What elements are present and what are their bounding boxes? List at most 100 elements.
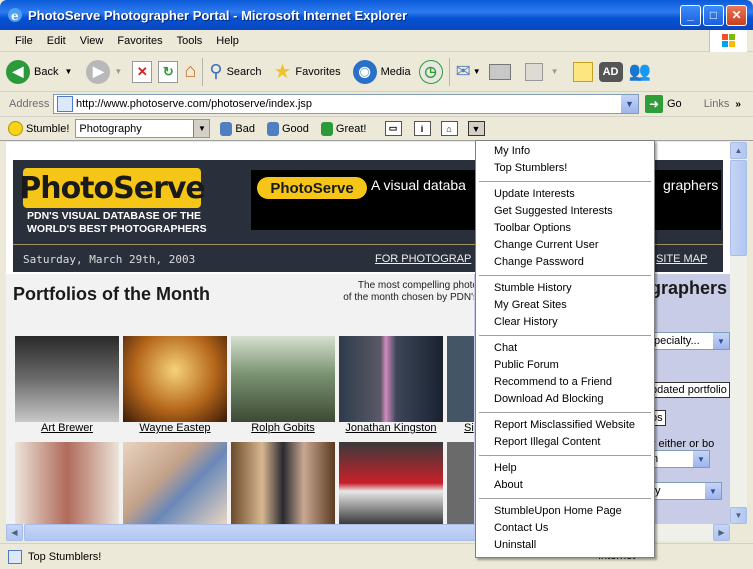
menu-item-report-misclassified[interactable]: Report Misclassified Website xyxy=(476,417,654,434)
mail-button[interactable]: ✉ ▼ xyxy=(456,61,481,82)
menu-item-chat[interactable]: Chat xyxy=(476,340,654,357)
forward-dropdown-icon[interactable]: ▼ xyxy=(114,67,122,76)
portfolio-photo[interactable] xyxy=(339,442,443,524)
menu-item-report-illegal[interactable]: Report Illegal Content xyxy=(476,434,654,451)
ad-block-button[interactable]: AD xyxy=(598,61,623,82)
note-button[interactable] xyxy=(572,61,593,82)
send-to-friend-button[interactable]: ▭ xyxy=(384,121,402,136)
for-photographers-link[interactable]: FOR PHOTOGRAP xyxy=(375,253,471,265)
menu-item-clear-history[interactable]: Clear History xyxy=(476,314,654,331)
photoserve-logo[interactable]: PhotoServe xyxy=(19,168,206,208)
address-label: Address xyxy=(9,98,50,110)
chevron-right-icon[interactable]: » xyxy=(735,99,741,110)
back-button[interactable]: ◀ Back ▼ xyxy=(6,59,72,84)
portfolio-photo[interactable] xyxy=(447,336,474,422)
menu-item-change-password[interactable]: Change Password xyxy=(476,254,654,271)
stop-button[interactable]: ✕ xyxy=(132,60,153,83)
scroll-left-arrow-icon[interactable]: ◀ xyxy=(6,524,23,541)
menu-item-public-forum[interactable]: Public Forum xyxy=(476,357,654,374)
bad-button[interactable]: Bad xyxy=(220,121,255,136)
location-select[interactable]: n ▼ xyxy=(648,450,710,468)
portfolio-photo[interactable] xyxy=(123,336,227,422)
menu-item-help[interactable]: Help xyxy=(476,460,654,477)
menu-file[interactable]: File xyxy=(8,35,40,47)
photographer-link[interactable]: Art Brewer xyxy=(15,422,119,434)
menu-item-ad-blocking[interactable]: Download Ad Blocking xyxy=(476,391,654,408)
menu-help[interactable]: Help xyxy=(209,35,246,47)
scroll-up-arrow-icon[interactable]: ▲ xyxy=(730,142,747,159)
menu-item-my-info[interactable]: My Info xyxy=(476,143,654,160)
favorites-button[interactable]: ★ Favorites xyxy=(273,59,340,84)
back-dropdown-icon[interactable]: ▼ xyxy=(64,67,72,76)
toolbar-separator xyxy=(448,57,450,86)
photographer-link[interactable]: Si xyxy=(447,422,474,434)
photographer-link[interactable]: Jonathan Kingston xyxy=(339,422,443,434)
menu-item-update-interests[interactable]: Update Interests xyxy=(476,186,654,203)
vertical-scrollbar[interactable]: ▲ ▼ xyxy=(730,142,747,524)
toolbar-separator xyxy=(202,57,204,86)
menu-item-top-stumblers[interactable]: Top Stumblers! xyxy=(476,160,654,177)
menu-item-stumble-history[interactable]: Stumble History xyxy=(476,280,654,297)
links-button[interactable]: Links xyxy=(704,98,730,110)
mail-dropdown-icon[interactable]: ▼ xyxy=(473,67,481,76)
menu-item-change-user[interactable]: Change Current User xyxy=(476,237,654,254)
info-button[interactable]: i xyxy=(413,121,431,136)
good-button[interactable]: Good xyxy=(267,121,309,136)
print-button[interactable] xyxy=(488,63,511,80)
edit-button[interactable]: ▼ xyxy=(524,62,559,81)
menu-item-recommend[interactable]: Recommend to a Friend xyxy=(476,374,654,391)
menu-item-home-page[interactable]: StumbleUpon Home Page xyxy=(476,503,654,520)
menu-dropdown-button[interactable]: ▼ xyxy=(467,121,485,136)
menu-view[interactable]: View xyxy=(73,35,111,47)
printer-icon xyxy=(488,63,511,80)
menu-item-contact-us[interactable]: Contact Us xyxy=(476,520,654,537)
standard-toolbar: ◀ Back ▼ ▶ ▼ ✕ ↻ ⌂ ⚲ Search ★ Favorites … xyxy=(0,52,753,92)
home-button[interactable]: ⌂ xyxy=(184,60,196,83)
menu-item-my-great-sites[interactable]: My Great Sites xyxy=(476,297,654,314)
category-select[interactable]: Photography ▼ xyxy=(75,119,211,138)
address-input[interactable]: http://www.photoserve.com/photoserve/ind… xyxy=(53,94,639,114)
menu-item-about[interactable]: About xyxy=(476,477,654,494)
messenger-button[interactable]: 👥 xyxy=(629,61,651,82)
close-button[interactable]: ✕ xyxy=(726,4,747,26)
minimize-button[interactable]: _ xyxy=(680,4,701,26)
go-button[interactable]: ➜ Go xyxy=(645,95,682,113)
status-text: Top Stumblers! xyxy=(28,550,102,563)
photographer-link[interactable]: Rolph Gobits xyxy=(231,422,335,434)
menu-favorites[interactable]: Favorites xyxy=(110,35,169,47)
updated-portfolio-box[interactable]: pdated portfolio xyxy=(648,382,730,398)
refresh-button[interactable]: ↻ xyxy=(158,60,179,83)
menu-edit[interactable]: Edit xyxy=(40,35,73,47)
menu-item-toolbar-options[interactable]: Toolbar Options xyxy=(476,220,654,237)
stumble-button[interactable]: Stumble! xyxy=(8,121,69,136)
specialty-select[interactable]: pecialty... ▼ xyxy=(650,332,730,350)
great-button[interactable]: Great! xyxy=(320,121,367,136)
portfolio-photo[interactable] xyxy=(447,442,474,524)
portfolio-photo[interactable] xyxy=(123,442,227,524)
menu-tools[interactable]: Tools xyxy=(170,35,210,47)
vertical-scroll-thumb[interactable] xyxy=(730,160,747,256)
forward-arrow-icon: ▶ xyxy=(86,59,111,84)
portfolio-photo[interactable] xyxy=(339,336,443,422)
portfolio-photo[interactable] xyxy=(15,336,119,422)
edit-dropdown-icon[interactable]: ▼ xyxy=(551,67,559,76)
scroll-right-arrow-icon[interactable]: ▶ xyxy=(713,524,730,541)
menu-item-uninstall[interactable]: Uninstall xyxy=(476,537,654,554)
media-button[interactable]: ◉ Media xyxy=(352,59,411,84)
site-map-link[interactable]: SITE MAP xyxy=(656,253,707,265)
search-button[interactable]: ⚲ Search xyxy=(209,61,261,82)
portfolio-photo[interactable] xyxy=(231,442,335,524)
menu-item-suggested-interests[interactable]: Get Suggested Interests xyxy=(476,203,654,220)
portfolio-photo[interactable] xyxy=(15,442,119,524)
country-select[interactable]: ty ▼ xyxy=(648,482,722,500)
page-heading: Portfolios of the Month xyxy=(13,284,210,304)
scroll-down-arrow-icon[interactable]: ▼ xyxy=(730,507,747,524)
history-button[interactable]: ◷ xyxy=(418,59,443,84)
portfolio-photo[interactable] xyxy=(231,336,335,422)
home-page-button[interactable]: ⌂ xyxy=(440,121,458,136)
title-bar: e PhotoServe Photographer Portal - Micro… xyxy=(0,0,753,30)
forward-button[interactable]: ▶ ▼ xyxy=(78,59,122,84)
address-dropdown-icon[interactable]: ▼ xyxy=(621,95,638,113)
maximize-button[interactable]: □ xyxy=(703,4,724,26)
photographer-link[interactable]: Wayne Eastep xyxy=(123,422,227,434)
